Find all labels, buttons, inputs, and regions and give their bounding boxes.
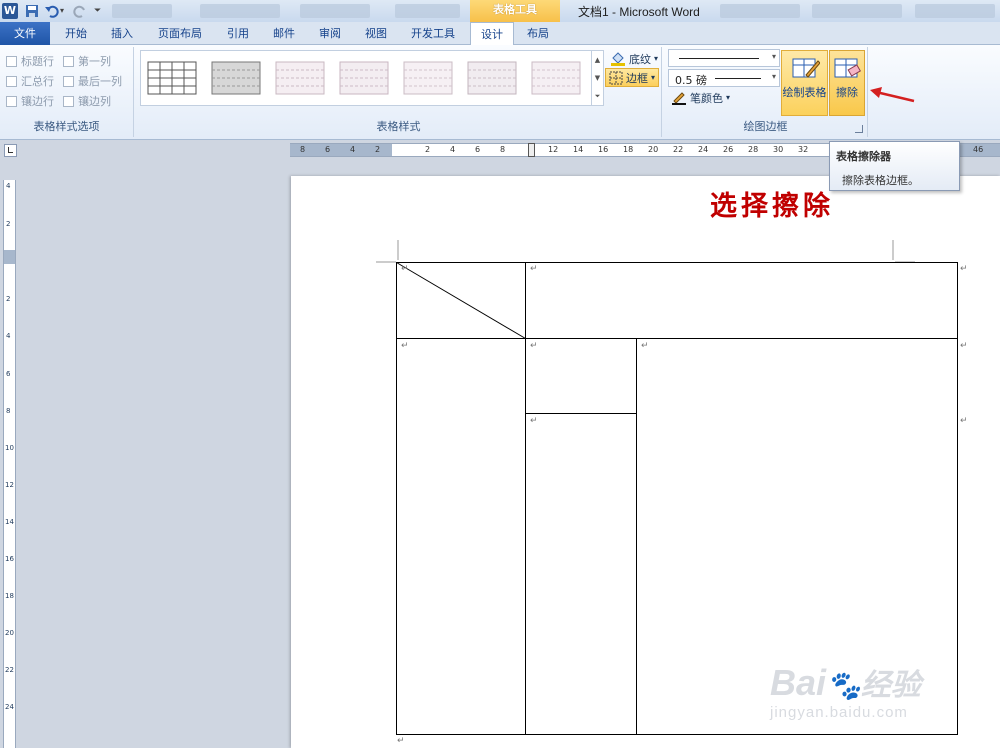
table-styles-gallery: ▲ ▼ ⏷ xyxy=(140,50,604,106)
dialog-launcher-icon[interactable] xyxy=(855,125,863,133)
table-style-dark-grid[interactable] xyxy=(209,56,263,100)
blurred-taskbar-item xyxy=(112,4,172,18)
header-row-checkbox[interactable]: 标题行 xyxy=(6,53,54,69)
tab-home[interactable]: 开始 xyxy=(56,22,96,45)
tab-design[interactable]: 设计 xyxy=(470,22,514,46)
annotation-arrow xyxy=(870,87,915,103)
eraser-button[interactable]: 擦除 xyxy=(829,50,865,116)
tab-references[interactable]: 引用 xyxy=(218,22,258,45)
watermark-url: jingyan.baidu.com xyxy=(770,704,908,721)
undo-dropdown-icon[interactable]: ▾ xyxy=(60,3,68,19)
save-icon[interactable] xyxy=(24,3,40,19)
tab-developer[interactable]: 开发工具 xyxy=(402,22,464,45)
borders-grid-icon xyxy=(609,71,623,84)
tab-file[interactable]: 文件 xyxy=(0,22,50,45)
paragraph-mark: ↵ xyxy=(960,416,968,426)
group-label: 表格样式选项 xyxy=(33,120,100,133)
paragraph-mark: ↵ xyxy=(641,341,649,351)
eraser-tooltip: 表格擦除器 擦除表格边框。 xyxy=(829,141,960,191)
indent-marker-icon[interactable] xyxy=(528,143,535,157)
tab-layout[interactable]: 布局 xyxy=(518,22,558,45)
borders-button[interactable]: 边框 ▾ xyxy=(605,68,660,87)
paragraph-mark: ↵ xyxy=(530,264,538,274)
tab-review[interactable]: 审阅 xyxy=(310,22,350,45)
customize-toolbar-icon[interactable]: ⏷ xyxy=(94,3,104,19)
tab-selector-icon[interactable] xyxy=(4,144,17,157)
table-style-plain-grid[interactable] xyxy=(145,56,199,100)
shading-bucket-icon xyxy=(611,51,625,66)
tooltip-body: 擦除表格边框。 xyxy=(842,174,919,187)
shading-button[interactable]: 底纹 ▾ xyxy=(607,49,661,68)
baidu-watermark: Bai🐾经验 xyxy=(770,662,921,703)
tab-page-layout[interactable]: 页面布局 xyxy=(150,22,210,45)
table-tools-context-label: 表格工具 xyxy=(470,0,560,22)
gallery-more-icon[interactable]: ⏷ xyxy=(591,87,603,105)
group-label: 绘图边框 xyxy=(743,120,788,133)
draw-table-button[interactable]: 绘制表格 xyxy=(781,50,828,116)
gallery-scroll-up-icon[interactable]: ▲ xyxy=(591,51,603,69)
chevron-down-icon: ▾ xyxy=(771,52,776,61)
chevron-down-icon: ▾ xyxy=(771,72,776,81)
last-column-checkbox[interactable]: 最后一列 xyxy=(63,73,122,89)
blurred-taskbar-item xyxy=(200,4,280,18)
undo-icon[interactable] xyxy=(44,3,60,19)
paragraph-mark: ↵ xyxy=(530,416,538,426)
blurred-taskbar-item xyxy=(395,4,460,18)
table-style-light-1[interactable] xyxy=(273,56,327,100)
title-bar: W ▾ ⏷ 表格工具 文档1 - Microsoft Word xyxy=(0,0,1000,22)
blurred-taskbar-item xyxy=(720,4,800,18)
line-style-dropdown[interactable]: ▾ xyxy=(668,49,780,67)
table-style-light-3[interactable] xyxy=(401,56,455,100)
document-heading[interactable]: 选择擦除 xyxy=(710,184,834,223)
first-column-checkbox[interactable]: 第一列 xyxy=(63,53,111,69)
ribbon-tabs: 文件 开始 插入 页面布局 引用 邮件 审阅 视图 开发工具 设计 布局 xyxy=(0,22,1000,46)
table-style-light-4[interactable] xyxy=(465,56,519,100)
eraser-icon xyxy=(834,58,862,78)
pen-color-icon xyxy=(672,91,686,105)
window-title: 文档1 - Microsoft Word xyxy=(578,5,700,19)
tab-mailings[interactable]: 邮件 xyxy=(264,22,304,45)
banded-columns-checkbox[interactable]: 镶边列 xyxy=(63,93,111,109)
paragraph-mark: ↵ xyxy=(960,264,968,274)
paragraph-mark: ↵ xyxy=(397,736,405,746)
redo-icon[interactable] xyxy=(72,3,88,19)
line-weight-dropdown[interactable]: 0.5 磅 ▾ xyxy=(668,69,780,87)
draw-table-icon xyxy=(792,58,821,78)
word-app-icon[interactable]: W xyxy=(2,3,18,19)
line-weight-value: 0.5 磅 xyxy=(675,74,707,87)
pen-color-button[interactable]: 笔颜色 ▾ xyxy=(668,88,733,107)
table-style-light-2[interactable] xyxy=(337,56,391,100)
vertical-ruler[interactable]: 4 2 2 4 6 8 10 12 14 16 18 20 22 24 xyxy=(3,180,16,748)
total-row-checkbox[interactable]: 汇总行 xyxy=(6,73,54,89)
paragraph-mark: ↵ xyxy=(401,264,409,274)
diagonal-border[interactable] xyxy=(396,262,526,339)
paragraph-mark: ↵ xyxy=(960,341,968,351)
paragraph-mark: ↵ xyxy=(530,341,538,351)
table-style-options-group: 标题行 第一列 汇总行 最后一列 镶边行 镶边列 表格样式选项 xyxy=(0,47,134,137)
paw-icon: 🐾 xyxy=(826,670,861,701)
blurred-taskbar-item xyxy=(812,4,902,18)
group-label: 表格样式 xyxy=(376,120,421,133)
paragraph-mark: ↵ xyxy=(401,341,409,351)
tooltip-title: 表格擦除器 xyxy=(836,150,891,163)
table-style-light-5[interactable] xyxy=(529,56,583,100)
tab-insert[interactable]: 插入 xyxy=(102,22,142,45)
banded-rows-checkbox[interactable]: 镶边行 xyxy=(6,93,54,109)
blurred-taskbar-item xyxy=(915,4,995,18)
blurred-taskbar-item xyxy=(300,4,370,18)
gallery-scroll-down-icon[interactable]: ▼ xyxy=(591,69,603,87)
tab-view[interactable]: 视图 xyxy=(356,22,396,45)
